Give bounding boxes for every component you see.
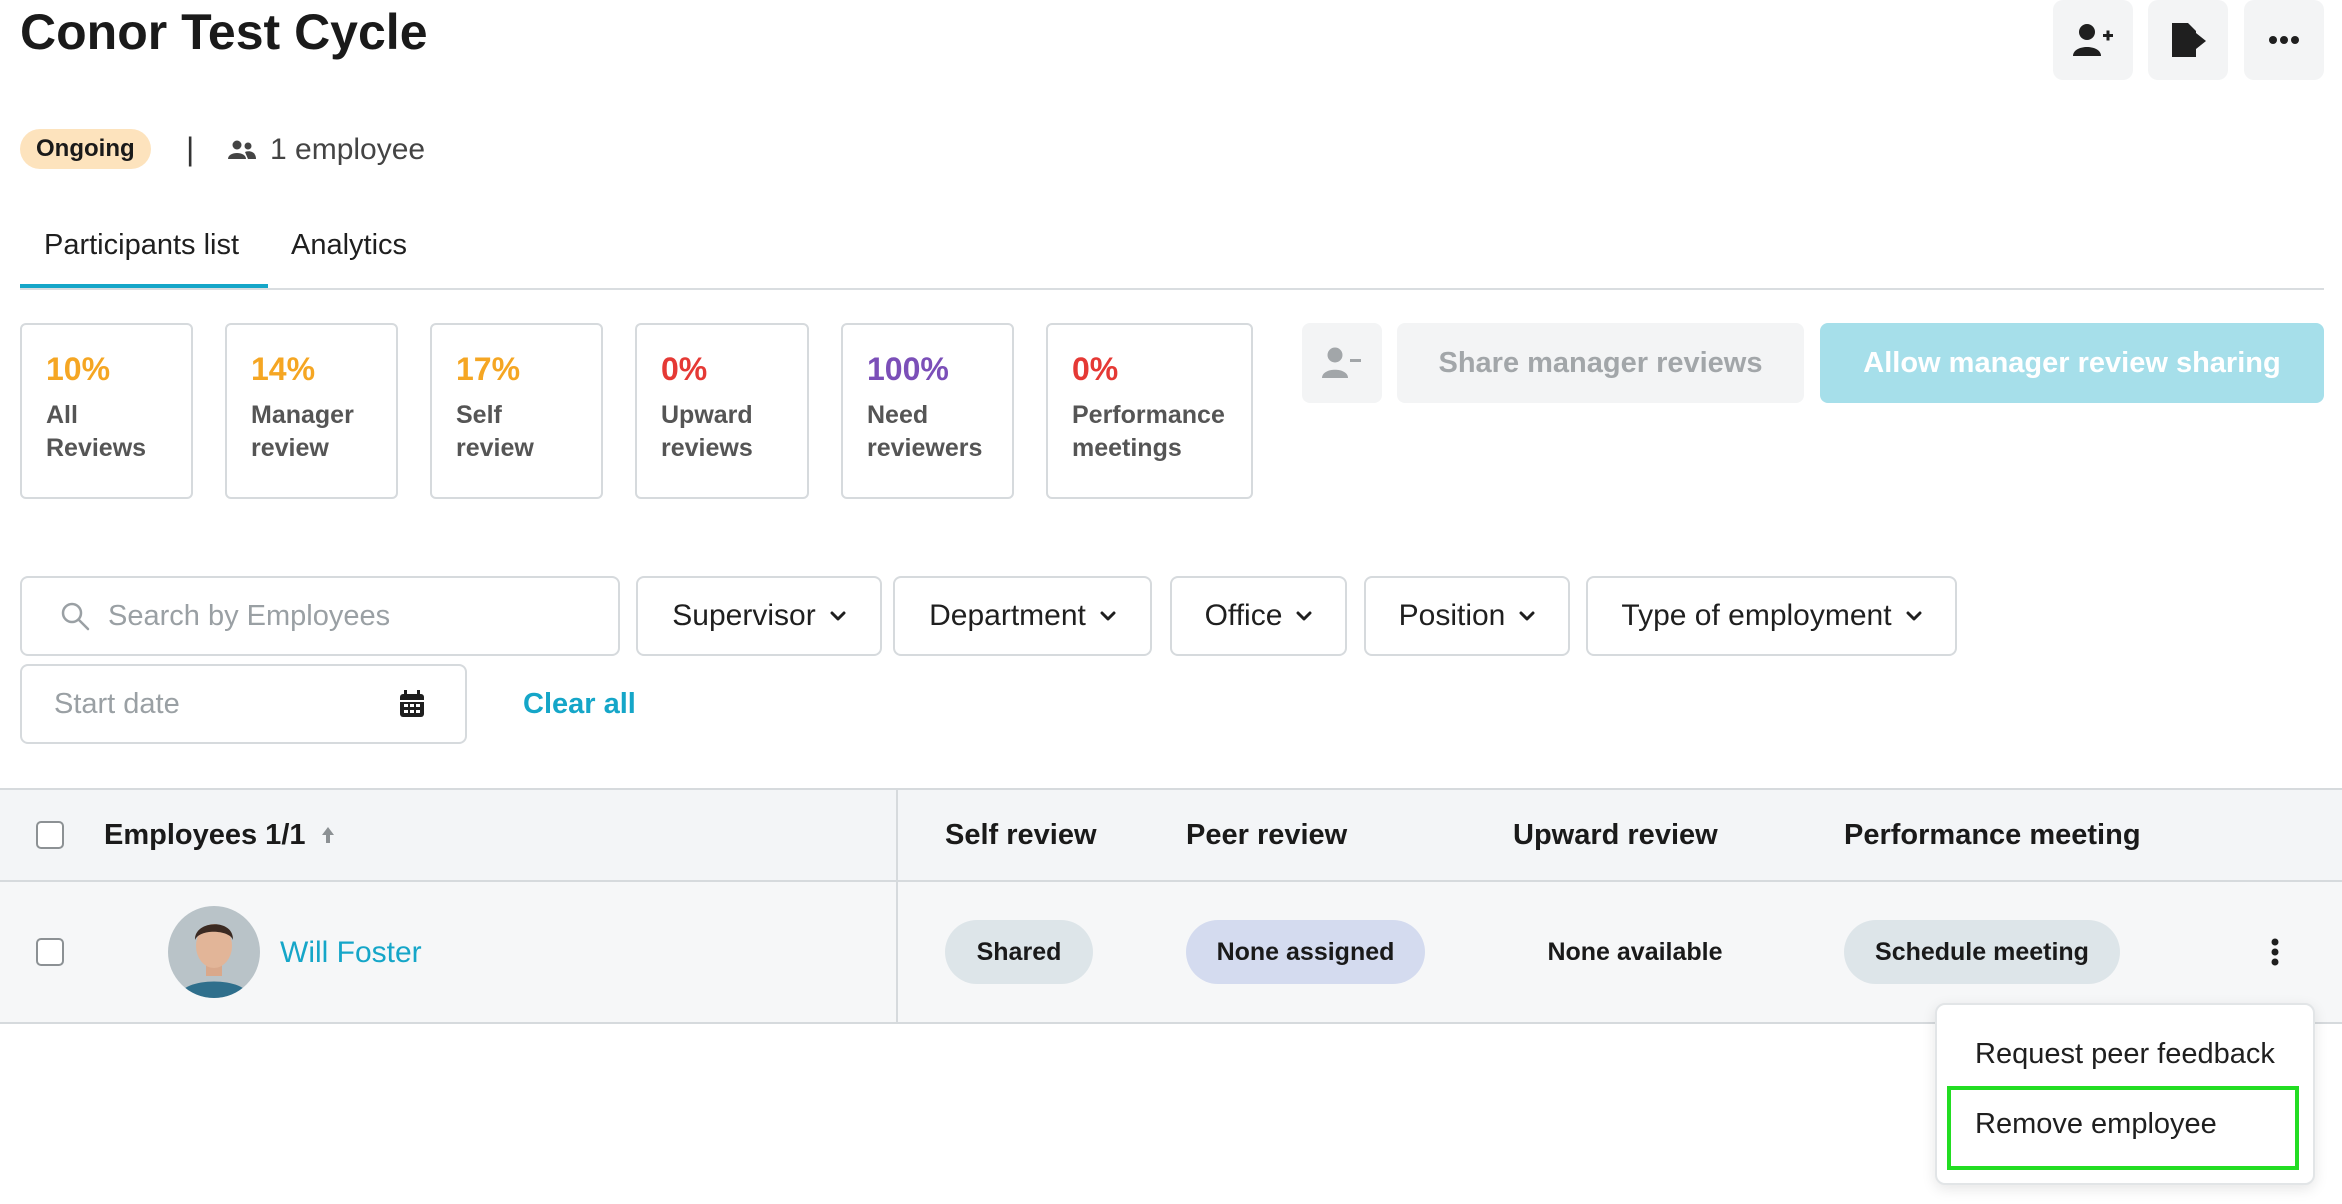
status-badge: Ongoing [20, 129, 151, 169]
supervisor-filter[interactable]: Supervisor [636, 576, 882, 656]
start-date-field[interactable]: Start date [20, 664, 467, 744]
stat-label: Performance meetings [1072, 401, 1225, 462]
allow-manager-review-sharing-button[interactable]: Allow manager review sharing [1820, 323, 2324, 403]
filter-label: Department [929, 599, 1086, 632]
stat-percentage: 0% [1072, 351, 1119, 387]
file-export-icon [2172, 23, 2206, 57]
calendar-icon [400, 690, 424, 717]
stat-label: Upward reviews [661, 401, 753, 462]
stat-label: Need reviewers [867, 401, 983, 462]
office-filter[interactable]: Office [1170, 576, 1347, 656]
stat-card-self-review[interactable]: 17% Self review [430, 323, 603, 499]
chevron-down-icon [1906, 611, 1922, 621]
stat-card-performance-meetings[interactable]: 0% Performance meetings [1046, 323, 1253, 499]
upward-review-column-header: Upward review [1513, 819, 1718, 851]
filter-label: Supervisor [672, 599, 816, 632]
employee-avatar-image [168, 906, 260, 998]
self-review-status-badge[interactable]: Shared [945, 920, 1093, 984]
chevron-down-icon [1519, 611, 1535, 621]
type-of-employment-filter[interactable]: Type of employment [1586, 576, 1957, 656]
stat-card-need-reviewers[interactable]: 100% Need reviewers [841, 323, 1014, 499]
employees-header-label: Employees 1/1 [104, 819, 306, 851]
chevron-down-icon [1296, 611, 1312, 621]
sort-ascending-icon [321, 827, 334, 843]
page-title: Conor Test Cycle [20, 4, 428, 60]
share-manager-reviews-button[interactable]: Share manager reviews [1397, 323, 1804, 403]
filter-label: Office [1204, 599, 1283, 632]
stat-percentage: 14% [251, 351, 316, 387]
stat-card-all-reviews[interactable]: 10% All Reviews [20, 323, 193, 499]
more-horizontal-icon [2269, 36, 2299, 44]
export-button[interactable] [2148, 0, 2228, 80]
stat-percentage: 100% [867, 351, 949, 387]
add-participant-button[interactable] [2053, 0, 2133, 80]
employee-count-text: 1 employee [270, 133, 426, 166]
tabs-divider [20, 288, 2324, 290]
self-review-column-header: Self review [945, 819, 1097, 851]
performance-meeting-column-header: Performance meeting [1844, 819, 2141, 851]
employee-count: 1 employee [228, 128, 425, 172]
chevron-down-icon [1100, 611, 1116, 621]
menu-item-request-peer-feedback[interactable]: Request peer feedback [1975, 1034, 2275, 1074]
schedule-meeting-button[interactable]: Schedule meeting [1844, 920, 2120, 984]
remove-user-icon [1322, 347, 1361, 378]
search-icon [61, 602, 90, 631]
stat-percentage: 0% [661, 351, 708, 387]
search-placeholder: Search by Employees [108, 599, 391, 632]
avatar [168, 906, 260, 998]
peer-review-status-badge[interactable]: None assigned [1186, 920, 1425, 984]
peer-review-column-header: Peer review [1186, 819, 1348, 851]
stat-label: Manager review [251, 401, 354, 462]
remove-participants-button[interactable] [1302, 323, 1382, 403]
position-filter[interactable]: Position [1364, 576, 1570, 656]
stat-percentage: 17% [456, 351, 521, 387]
selection-highlight [1947, 1086, 2299, 1170]
users-icon [228, 140, 256, 159]
clear-all-link[interactable]: Clear all [523, 684, 636, 724]
tab-participants-list[interactable]: Participants list [44, 222, 239, 268]
search-input[interactable]: Search by Employees [20, 576, 620, 656]
active-tab-indicator [20, 284, 268, 288]
stat-percentage: 10% [46, 351, 111, 387]
chevron-down-icon [830, 611, 846, 621]
more-vertical-icon [2271, 938, 2279, 966]
upward-review-status: None available [1547, 937, 1723, 966]
stat-label: All Reviews [46, 401, 147, 462]
select-all-checkbox[interactable] [36, 821, 64, 849]
department-filter[interactable]: Department [893, 576, 1152, 656]
filter-label: Type of employment [1621, 599, 1892, 632]
row-checkbox[interactable] [36, 938, 64, 966]
row-actions-button[interactable] [2258, 930, 2292, 974]
more-options-button[interactable] [2244, 0, 2324, 80]
stat-label: Self review [456, 401, 534, 462]
stat-card-manager-review[interactable]: 14% Manager review [225, 323, 398, 499]
tab-analytics[interactable]: Analytics [291, 222, 407, 268]
filter-label: Position [1398, 599, 1506, 632]
stat-card-upward-reviews[interactable]: 0% Upward reviews [635, 323, 809, 499]
header-separator: | [186, 131, 195, 167]
employees-column-header[interactable]: Employees 1/1 [104, 815, 336, 855]
add-user-icon [2073, 24, 2113, 56]
column-divider [896, 788, 898, 1024]
employee-name-link[interactable]: Will Foster [280, 933, 422, 973]
start-date-placeholder: Start date [54, 687, 180, 720]
